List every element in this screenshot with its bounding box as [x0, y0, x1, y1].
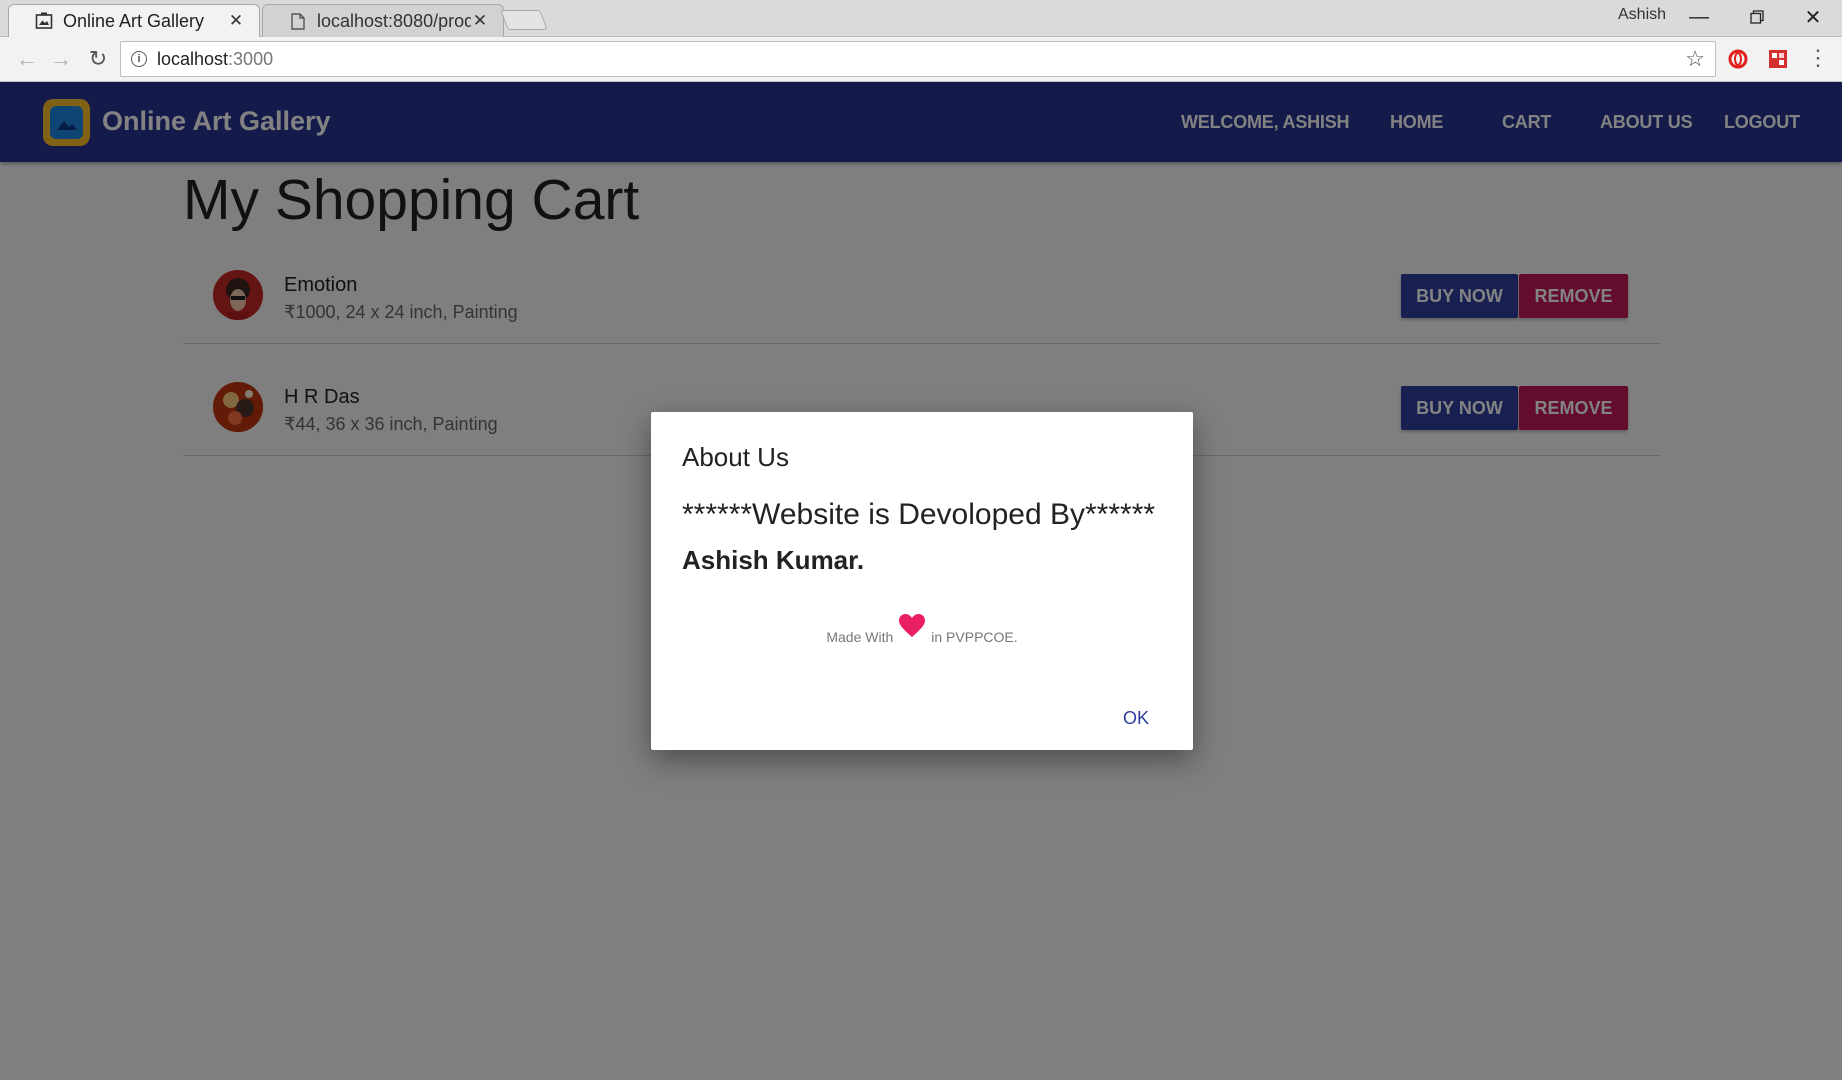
forward-arrow-icon[interactable]: → — [46, 45, 76, 73]
info-icon[interactable]: i — [131, 51, 147, 67]
bookmark-star-icon[interactable]: ☆ — [1685, 46, 1705, 72]
dialog-developer-name: Ashish Kumar. — [682, 545, 865, 575]
reload-icon[interactable]: ↻ — [83, 45, 113, 73]
dialog-developer-line: ******Website is Devoloped By****** — [682, 498, 1156, 531]
browser-tab-active[interactable]: Online Art Gallery ✕ — [8, 4, 260, 37]
made-with-text: Made With — [826, 629, 894, 645]
tab-title: localhost:8080/produ — [317, 10, 471, 31]
minimize-icon[interactable]: — — [1676, 2, 1722, 32]
new-tab-button[interactable] — [500, 10, 548, 30]
gallery-favicon-icon — [35, 12, 53, 30]
about-us-dialog: About Us ******Website is Devoloped By**… — [651, 412, 1193, 750]
opera-extension-icon[interactable] — [1726, 47, 1750, 71]
heart-icon — [899, 614, 926, 641]
url-host: localhost — [157, 48, 229, 69]
browser-menu-icon[interactable]: ⋮ — [1806, 45, 1830, 71]
restore-icon[interactable] — [1734, 2, 1780, 32]
dialog-title: About Us — [682, 442, 789, 472]
close-window-icon[interactable]: ✕ — [1790, 2, 1836, 32]
back-arrow-icon[interactable]: ← — [12, 45, 42, 73]
document-favicon-icon — [289, 12, 307, 30]
tab-title: Online Art Gallery — [63, 10, 205, 31]
close-tab-icon[interactable]: ✕ — [471, 11, 489, 31]
browser-tab-strip: Online Art Gallery ✕ localhost:8080/prod… — [0, 0, 1842, 37]
close-tab-icon[interactable]: ✕ — [227, 11, 245, 31]
url-port: :3000 — [228, 48, 274, 69]
browser-toolbar: ← → ↻ i localhost:3000 ☆ ⋮ — [0, 37, 1842, 82]
ok-button[interactable]: OK — [1123, 708, 1149, 729]
address-bar[interactable]: i localhost:3000 ☆ — [120, 41, 1716, 77]
made-in-text: in PVPPCOE. — [931, 629, 1018, 645]
browser-profile-name[interactable]: Ashish — [1618, 6, 1666, 24]
made-with-footer: Made With in PVPPCOE. — [651, 614, 1193, 645]
extension-icon[interactable] — [1766, 47, 1790, 71]
browser-tab-inactive[interactable]: localhost:8080/produ ✕ — [262, 4, 504, 37]
